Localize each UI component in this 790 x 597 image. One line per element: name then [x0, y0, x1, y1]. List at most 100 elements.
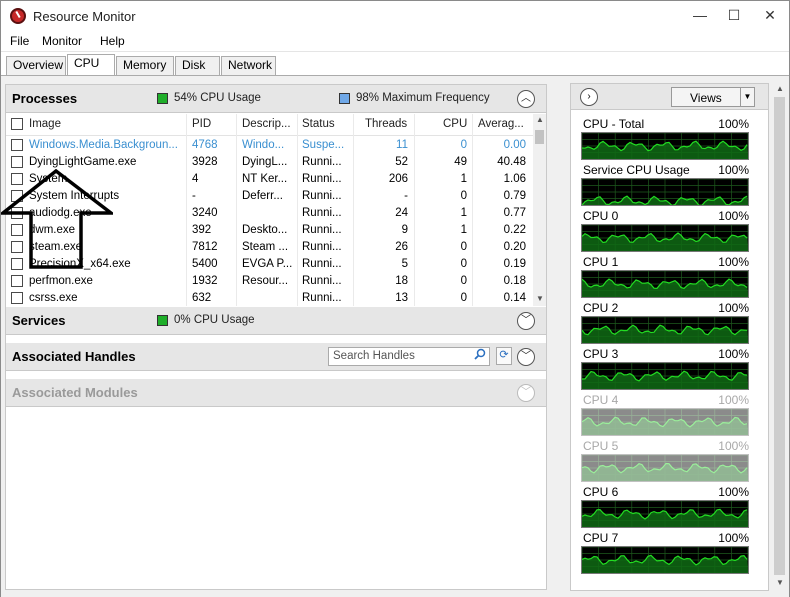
resource-monitor-icon: [10, 8, 26, 24]
cell-status: Runni...: [302, 224, 342, 236]
cell-threads: 11: [396, 139, 408, 151]
graph-trace: [582, 271, 748, 297]
col-image[interactable]: Image: [29, 118, 61, 130]
expand-graphs-button[interactable]: ›: [580, 88, 598, 106]
cell-cpu: 0: [460, 258, 467, 270]
processes-header[interactable]: Processes 54% CPU Usage 98% Maximum Freq…: [6, 85, 546, 113]
table-row[interactable]: Windows.Media.Backgroun... 4768 Windo... Su…: [6, 137, 533, 154]
views-dropdown[interactable]: Views ▼: [671, 87, 755, 107]
col-pid[interactable]: PID: [192, 118, 211, 130]
cpu-usage-graph: [581, 316, 749, 344]
modules-title: Associated Modules: [12, 385, 138, 400]
menu-file[interactable]: File: [10, 34, 29, 48]
cell-image: perfmon.exe: [29, 275, 93, 287]
table-row[interactable]: perfmon.exe 1932 Resour... Runni... 18 0 0.18: [6, 273, 533, 290]
col-average[interactable]: Averag...: [478, 118, 524, 130]
cell-cpu: 1: [460, 224, 467, 236]
graph-trace: [582, 409, 748, 435]
tab-memory[interactable]: Memory: [116, 56, 174, 75]
cpu-graph-block: CPU 6 100%: [581, 485, 749, 531]
cpu-graph-block: CPU 0 100%: [581, 209, 749, 255]
menu-help[interactable]: Help: [100, 34, 125, 48]
row-checkbox[interactable]: [11, 292, 23, 304]
cell-cpu: 49: [454, 156, 467, 168]
expand-services-button[interactable]: ﹀: [517, 312, 535, 330]
cell-status: Runni...: [302, 241, 342, 253]
col-cpu[interactable]: CPU: [443, 118, 467, 130]
cpu-usage-graph: [581, 270, 749, 298]
services-header[interactable]: Services 0% CPU Usage ﹀: [6, 307, 546, 335]
cell-status: Runni...: [302, 156, 342, 168]
col-description[interactable]: Descrip...: [242, 118, 291, 130]
cell-pid: 1932: [192, 275, 218, 287]
graph-trace: [582, 317, 748, 343]
handles-header[interactable]: Associated Handles Search Handles ⟳ ﹀: [6, 343, 546, 371]
graph-percent: 100%: [718, 301, 749, 315]
search-handles-input[interactable]: Search Handles: [328, 347, 490, 366]
cell-pid: 4768: [192, 139, 218, 151]
scroll-down-arrow[interactable]: ▼: [536, 294, 544, 303]
cell-cpu: 0: [460, 241, 467, 253]
cell-avg: 0.22: [503, 224, 526, 236]
cell-threads: 26: [395, 241, 408, 253]
cell-threads: 13: [395, 292, 408, 304]
cpu-usage-swatch: [157, 93, 168, 104]
graphs-panel: › Views ▼ CPU - Total 100% Service CPU Usa…: [570, 83, 769, 591]
cell-status: Suspe...: [302, 139, 345, 151]
tab-overview[interactable]: Overview: [6, 56, 66, 75]
cell-image: csrss.exe: [29, 292, 78, 304]
row-checkbox[interactable]: [11, 156, 23, 168]
cell-pid: 4: [192, 173, 199, 185]
select-all-checkbox[interactable]: [11, 118, 23, 130]
close-button[interactable]: ✕: [747, 1, 790, 31]
col-status[interactable]: Status: [302, 118, 335, 130]
table-row[interactable]: csrss.exe 632 Runni... 13 0 0.14: [6, 290, 533, 306]
services-title: Services: [12, 313, 66, 328]
processes-scrollbar[interactable]: ▲ ▼: [533, 114, 546, 306]
graph-label: CPU - Total: [583, 117, 645, 131]
cpu-usage-graph: [581, 408, 749, 436]
cell-cpu: 1: [460, 207, 467, 219]
cell-threads: -: [404, 190, 408, 202]
tab-network[interactable]: Network: [221, 56, 276, 75]
cell-pid: -: [192, 190, 196, 202]
graph-trace: [582, 225, 748, 251]
graph-label: CPU 1: [583, 255, 619, 269]
cell-avg: 40.48: [497, 156, 526, 168]
row-checkbox[interactable]: [11, 139, 23, 151]
graph-label: CPU 5: [583, 439, 619, 453]
scrollbar-thumb[interactable]: [774, 97, 785, 575]
scrollbar-thumb[interactable]: [535, 130, 544, 144]
processes-table-header: Image PID Descrip... Status Threads CPU …: [6, 114, 533, 136]
scroll-down-arrow[interactable]: ▼: [776, 578, 784, 587]
services-cpu-usage: 0% CPU Usage: [174, 314, 255, 326]
cell-avg: 0.77: [503, 207, 526, 219]
processes-max-frequency: 98% Maximum Frequency: [356, 92, 490, 104]
scroll-up-arrow[interactable]: ▲: [776, 84, 784, 93]
cell-status: Runni...: [302, 173, 342, 185]
views-label: Views: [690, 91, 722, 105]
modules-header: Associated Modules ﹀: [6, 379, 546, 407]
cpu-graph-block: CPU 1 100%: [581, 255, 749, 301]
graph-trace: [582, 547, 748, 573]
cell-threads: 206: [388, 173, 408, 185]
tab-cpu[interactable]: CPU: [67, 54, 115, 75]
cpu-graph-block: Service CPU Usage 100%: [581, 163, 749, 209]
cpu-usage-graph: [581, 454, 749, 482]
collapse-processes-button[interactable]: ︿: [517, 90, 535, 108]
cell-threads: 9: [401, 224, 408, 236]
tab-disk[interactable]: Disk: [175, 56, 220, 75]
graph-label: Service CPU Usage: [583, 163, 690, 177]
graphs-scrollbar[interactable]: ▲ ▼: [772, 83, 787, 591]
col-threads[interactable]: Threads: [365, 118, 407, 130]
scroll-up-arrow[interactable]: ▲: [536, 115, 544, 124]
refresh-icon[interactable]: ⟳: [496, 347, 512, 365]
menu-monitor[interactable]: Monitor: [42, 34, 82, 48]
expand-handles-button[interactable]: ﹀: [517, 348, 535, 366]
cell-cpu: 0: [460, 275, 467, 287]
graph-percent: 100%: [718, 485, 749, 499]
processes-title: Processes: [12, 91, 78, 106]
search-icon[interactable]: [474, 348, 486, 360]
row-checkbox[interactable]: [11, 275, 23, 287]
cell-pid: 632: [192, 292, 212, 304]
